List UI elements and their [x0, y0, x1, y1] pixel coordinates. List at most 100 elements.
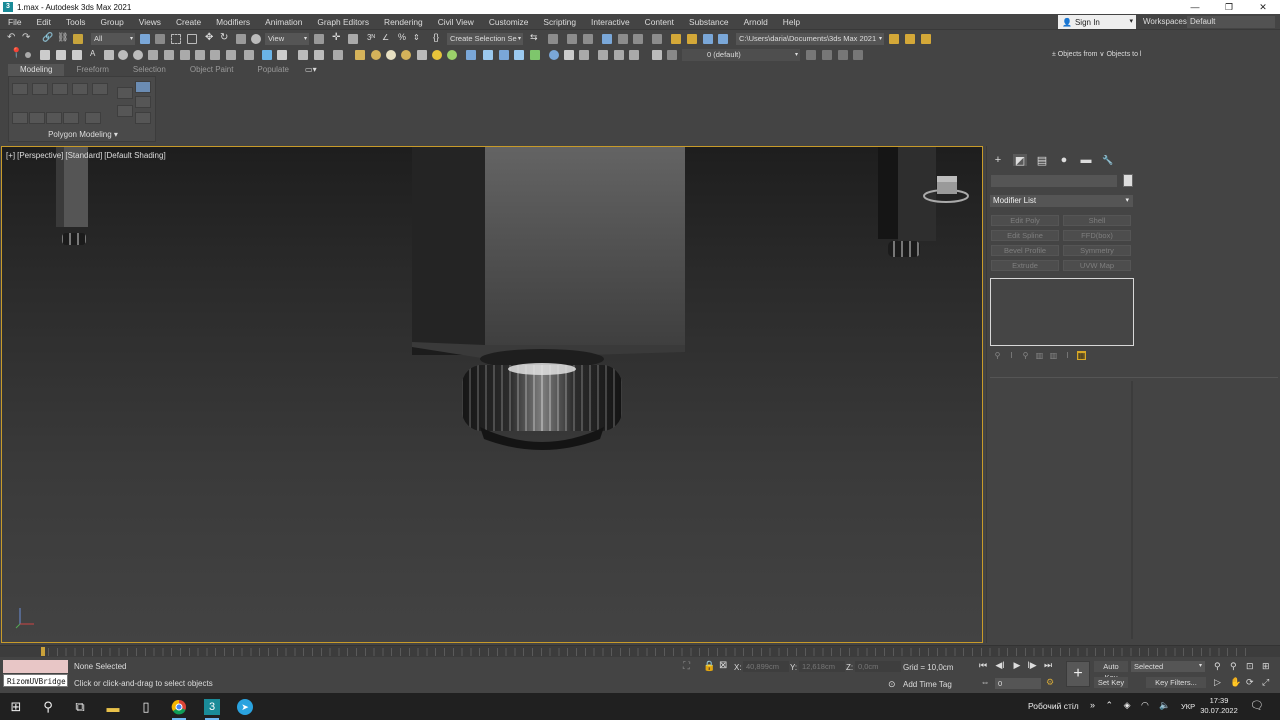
ribbon-tab-freeform[interactable]: Freeform [64, 64, 120, 76]
align-icon[interactable] [548, 34, 558, 44]
create-tab-icon[interactable]: + [991, 154, 1005, 166]
display-tab-icon[interactable]: ▬ [1079, 154, 1093, 166]
remove-modifier-icon[interactable]: ▥ [1035, 351, 1044, 360]
percent-snap-icon[interactable]: % [398, 32, 408, 42]
plane-tool-icon[interactable] [355, 50, 365, 60]
select-object-icon[interactable] [140, 34, 150, 44]
set-keys-icon[interactable]: + [1066, 661, 1090, 687]
y-coord-field[interactable]: 12,618cm [799, 661, 845, 672]
windows-start-icon[interactable]: ⊞ [4, 696, 28, 718]
mass-fx-icon[interactable] [514, 50, 524, 60]
material-editor-icon[interactable] [633, 34, 643, 44]
modifier-stack[interactable] [990, 278, 1134, 346]
auto-key-button[interactable]: Auto Key [1094, 661, 1128, 682]
keyboard-shortcut-icon[interactable] [348, 34, 358, 44]
add-time-tag-button[interactable]: Add Time Tag [903, 680, 952, 689]
menu-civil-view[interactable]: Civil View [430, 14, 481, 30]
play-icon[interactable]: ▶ [1010, 660, 1024, 671]
show-end-result-icon[interactable] [29, 112, 45, 124]
modifier-list-dropdown[interactable]: Modifier List ▾ [990, 195, 1133, 207]
layer-add-selection-icon[interactable] [822, 50, 832, 60]
configure-sets-icon[interactable]: ▥ [1049, 351, 1058, 360]
layer-manager-icon[interactable] [652, 50, 662, 60]
viewcube-icon[interactable] [922, 172, 974, 208]
move-icon[interactable]: ✥ [205, 32, 215, 43]
render-setup-icon[interactable] [652, 34, 662, 44]
menu-edit[interactable]: Edit [29, 14, 58, 30]
time-slider-track[interactable] [0, 645, 1280, 657]
text-tool-panel-icon[interactable] [135, 112, 151, 124]
show-end-result-stack-icon[interactable]: ǀ [1007, 351, 1016, 360]
maximize-viewport-icon[interactable]: ⤢ [1262, 677, 1269, 688]
task-view-icon[interactable]: ⧉ [68, 696, 92, 718]
viewport-shading-label[interactable]: [Default Shading] [104, 151, 165, 160]
minimize-button[interactable]: — [1178, 0, 1212, 14]
project-path-dropdown[interactable]: C:\Users\daria\Documents\3ds Max 2021 ▾ [736, 33, 884, 45]
file-explorer-icon[interactable]: ▬ [101, 696, 125, 718]
render-production-icon[interactable] [687, 34, 697, 44]
clock[interactable]: 17:39 30.07.2022 [1200, 696, 1238, 716]
layer-add-icon[interactable] [806, 50, 816, 60]
go-to-end-icon[interactable]: ⏭ [1041, 660, 1055, 671]
project-folder-icon[interactable] [905, 34, 915, 44]
key-selection-dropdown[interactable]: Selected ▾ [1131, 661, 1205, 672]
menu-group[interactable]: Group [93, 14, 131, 30]
menu-help[interactable]: Help [775, 14, 807, 30]
menu-content[interactable]: Content [637, 14, 681, 30]
use-soft-selection-icon[interactable] [117, 105, 133, 117]
menu-graph-editors[interactable]: Graph Editors [309, 14, 376, 30]
menu-file[interactable]: File [0, 14, 29, 30]
object-tool-icon[interactable] [56, 50, 66, 60]
perspective-viewport[interactable]: [+] [Perspective] [Standard] [Default Shadi… [1, 146, 983, 643]
named-selection-dropdown[interactable]: Create Selection Se ▾ [447, 33, 523, 45]
sun-light-icon[interactable] [432, 50, 442, 60]
time-slider-thumb[interactable] [41, 647, 45, 656]
maximize-button[interactable]: ❐ [1212, 0, 1246, 14]
chevron-up-icon[interactable]: ⌃ [1106, 700, 1114, 710]
chrome-icon[interactable] [167, 696, 191, 720]
biped-icon[interactable] [530, 50, 540, 60]
edit-named-selection-icon[interactable]: {} [433, 32, 443, 42]
next-modifier-icon[interactable] [63, 112, 79, 124]
shell-button[interactable]: Shell [1063, 215, 1131, 226]
fluid-icon[interactable] [483, 50, 493, 60]
make-unique-icon[interactable]: ⚲ [1021, 351, 1030, 360]
symmetry-button[interactable]: Symmetry [1063, 245, 1131, 256]
vray-icon[interactable] [262, 50, 272, 60]
arnold-render-icon[interactable] [703, 34, 713, 44]
time-tag-icon[interactable]: ⊙ [888, 679, 896, 690]
ribbon-tab-populate[interactable]: Populate [245, 64, 301, 76]
extrude-button[interactable]: Extrude [991, 260, 1059, 271]
menu-create[interactable]: Create [168, 14, 208, 30]
zoom-icon[interactable]: ⚲ [1214, 661, 1221, 672]
edit-poly-button[interactable]: Edit Poly [991, 215, 1059, 226]
notification-icon[interactable]: 🗨 [1250, 699, 1264, 712]
container-icon[interactable] [598, 50, 608, 60]
pan-icon[interactable]: ✋ [1230, 677, 1241, 688]
selection-lock-icon[interactable]: 🔒 [703, 661, 715, 672]
telegram-icon[interactable]: ➤ [233, 696, 257, 718]
cube-tool-icon[interactable] [104, 50, 114, 60]
ribbon-tab-selection[interactable]: Selection [121, 64, 178, 76]
close-button[interactable]: ✕ [1246, 0, 1280, 14]
time-config-icon[interactable]: ⚙ [1043, 677, 1057, 688]
previous-modifier-icon[interactable] [46, 112, 62, 124]
workspaces-select[interactable]: Default [1187, 16, 1275, 28]
viewport-menu-button[interactable]: [+] [6, 151, 15, 160]
modify-tab-icon[interactable]: ◩ [1013, 154, 1027, 167]
box-icon[interactable] [40, 50, 50, 60]
undo-icon[interactable]: ↶ [7, 32, 17, 43]
bind-spacewarp-icon[interactable] [73, 34, 83, 44]
window-crossing-icon[interactable] [187, 34, 197, 44]
volume-icon[interactable]: 🔈 [1159, 700, 1170, 710]
unlink-icon[interactable]: ⛓ [57, 32, 68, 42]
go-to-start-icon[interactable]: ⏮ [976, 660, 990, 671]
scene-state-icon[interactable] [564, 50, 574, 60]
rendered-frame-icon[interactable] [671, 34, 681, 44]
previous-frame-icon[interactable]: ◀ǀ [993, 660, 1007, 671]
hierarchy-tab-icon[interactable]: ▤ [1035, 154, 1049, 167]
z-coord-field[interactable]: 0,0cm [855, 661, 901, 672]
polygon-mode-icon[interactable] [72, 83, 88, 95]
cloth-icon[interactable] [466, 50, 476, 60]
cylinder-tool-icon[interactable] [371, 50, 381, 60]
